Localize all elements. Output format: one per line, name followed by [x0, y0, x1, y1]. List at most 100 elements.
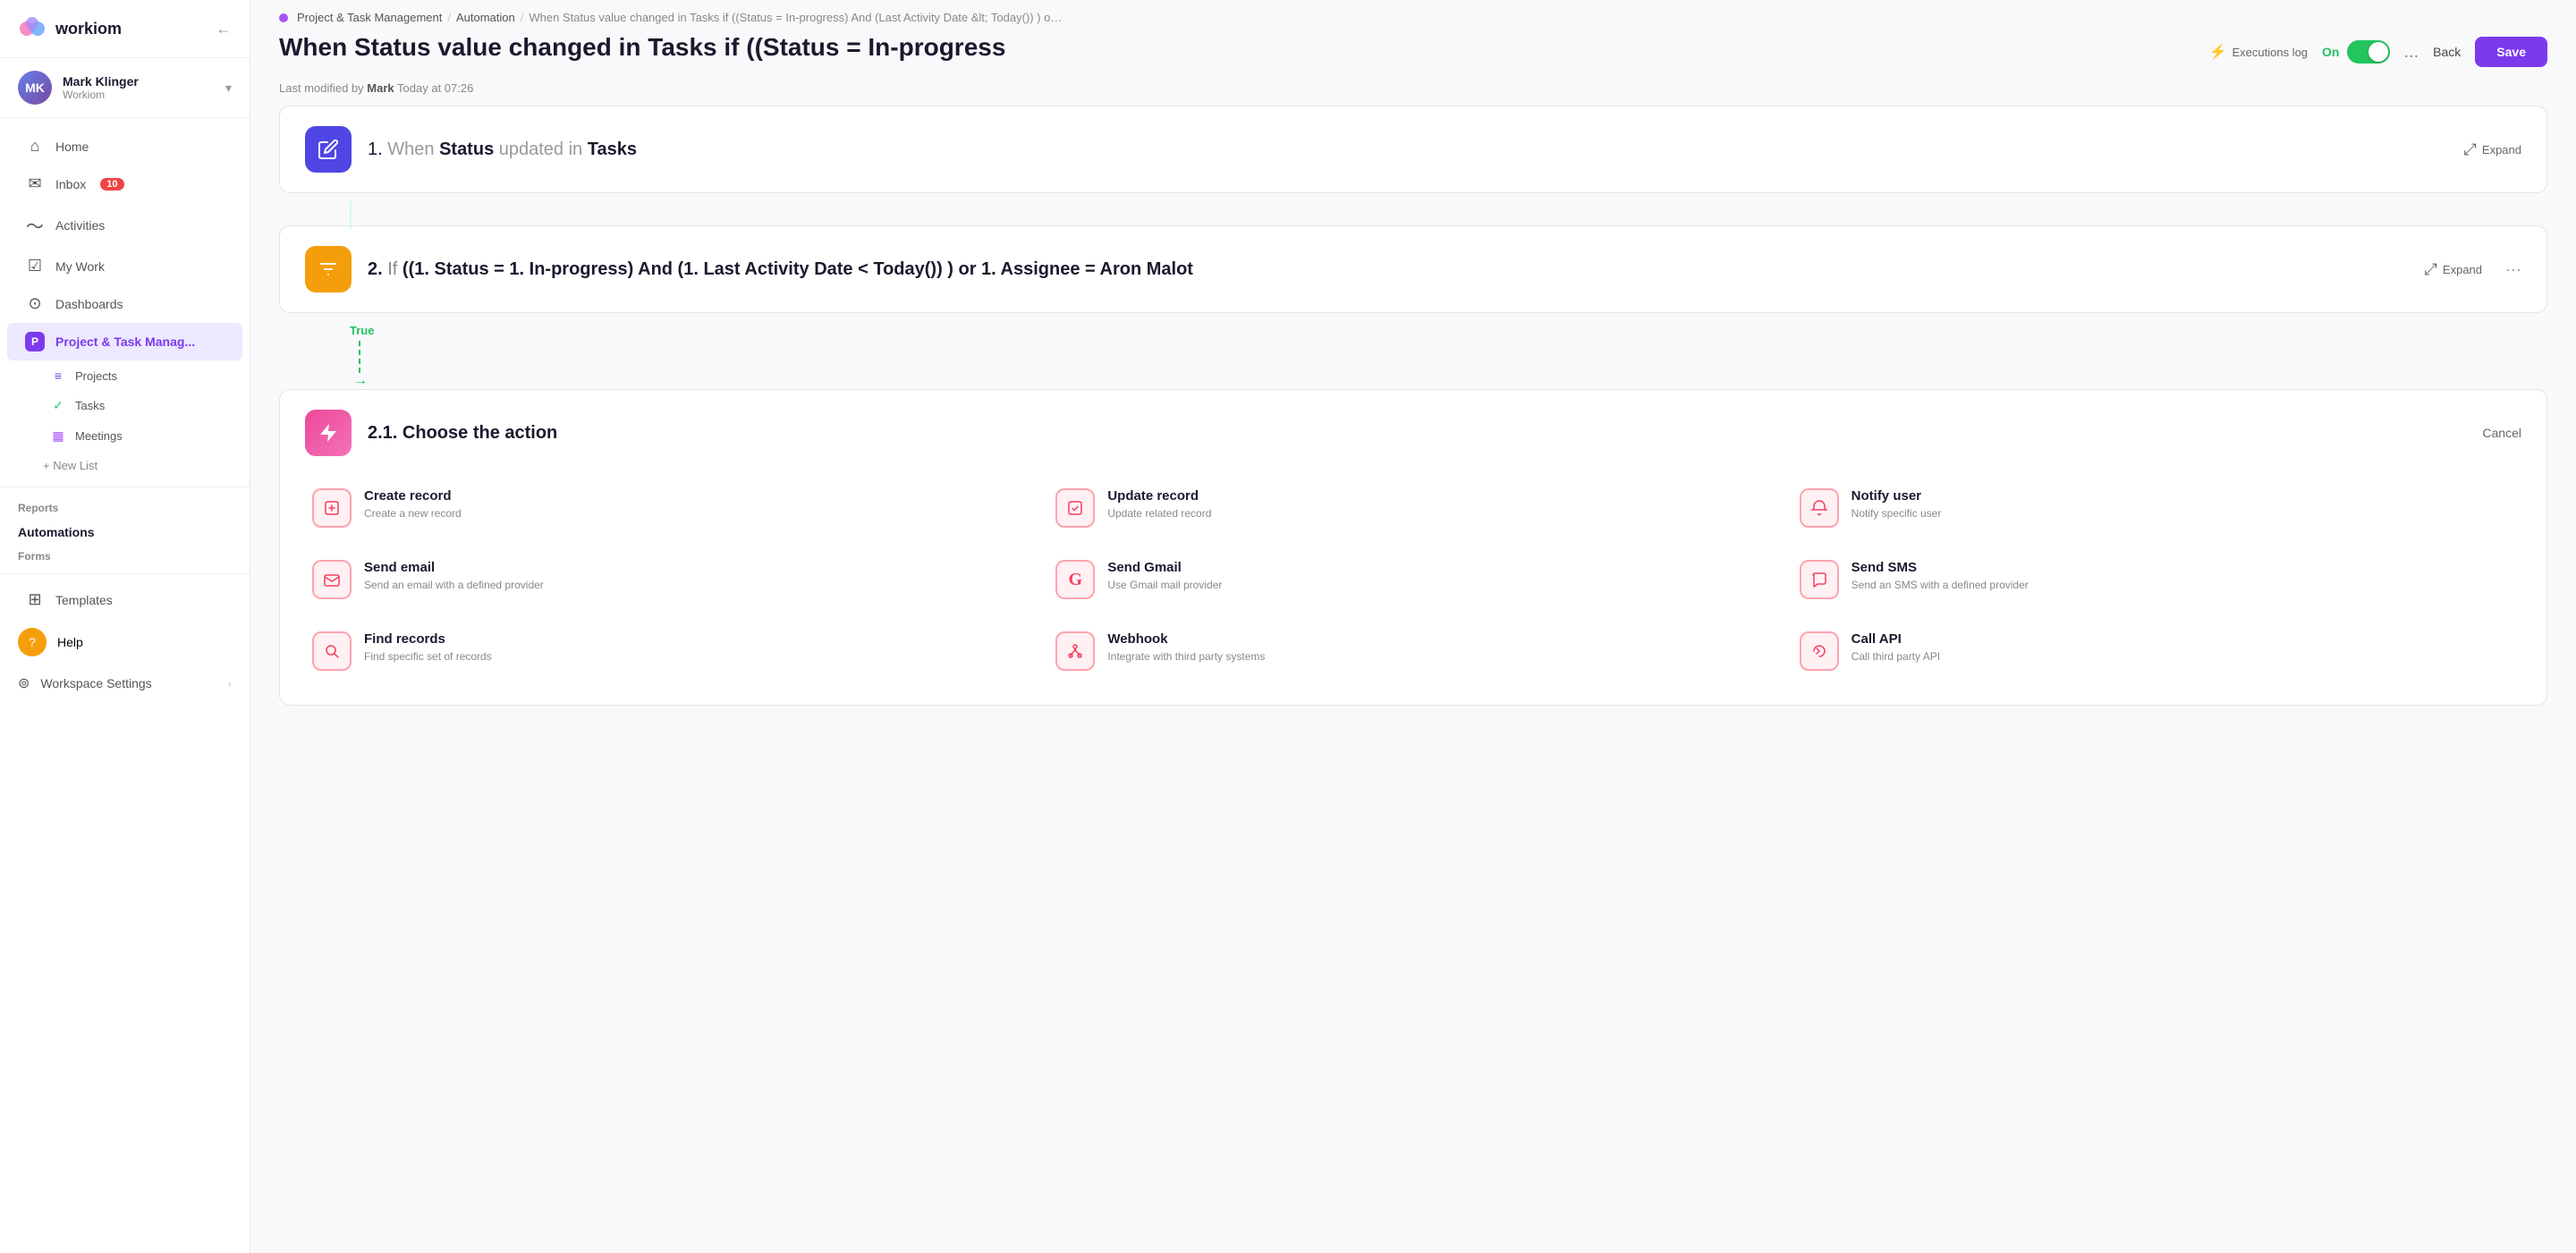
- action-option-update-record[interactable]: Update record Update related record: [1041, 472, 1784, 544]
- sidebar-item-label: Meetings: [75, 429, 123, 443]
- step-2-more-button[interactable]: ···: [2505, 260, 2521, 279]
- more-options-button[interactable]: ...: [2404, 42, 2419, 63]
- sidebar-item-project[interactable]: P Project & Task Manag...: [7, 323, 242, 360]
- step-1-header: 1. When Status updated in Tasks ⤢ Expand: [280, 106, 2546, 192]
- sidebar-item-automations[interactable]: Automations: [0, 518, 250, 543]
- breadcrumb: Project & Task Management / Automation /…: [250, 0, 2576, 24]
- toggle-switch[interactable]: [2347, 40, 2390, 63]
- action-option-notify-user[interactable]: Notify user Notify specific user: [1785, 472, 2529, 544]
- sidebar-item-projects[interactable]: ≡ Projects: [7, 361, 242, 390]
- find-records-title: Find records: [364, 631, 1027, 647]
- step-1-number: 1.: [368, 140, 383, 159]
- collapse-sidebar-button[interactable]: ←: [216, 20, 232, 38]
- action-option-call-api[interactable]: Call API Call third party API: [1785, 615, 2529, 687]
- update-record-icon: [1055, 488, 1095, 528]
- home-icon: ⌂: [25, 137, 45, 156]
- action-option-send-sms[interactable]: Send SMS Send an SMS with a defined prov…: [1785, 544, 2529, 615]
- action-option-send-gmail[interactable]: G Send Gmail Use Gmail mail provider: [1041, 544, 1784, 615]
- modified-prefix: Last modified by: [279, 81, 364, 95]
- action-option-send-email[interactable]: Send email Send an email with a defined …: [298, 544, 1041, 615]
- breadcrumb-current: When Status value changed in Tasks if ((…: [529, 11, 1065, 24]
- step-2-expand-button[interactable]: ⤢ Expand: [2425, 260, 2483, 279]
- breadcrumb-automation[interactable]: Automation: [456, 11, 515, 24]
- webhook-title: Webhook: [1107, 631, 1770, 647]
- send-email-title: Send email: [364, 560, 1027, 575]
- action-options-grid: Create record Create a new record Update…: [280, 472, 2546, 705]
- true-label-area: True →: [279, 324, 2547, 389]
- step-1-field: Status: [439, 140, 494, 159]
- sidebar-item-inbox[interactable]: ✉ Inbox 10: [7, 165, 242, 202]
- step-2-expand-label: Expand: [2443, 263, 2482, 276]
- sidebar-item-dashboards[interactable]: ⊙ Dashboards: [7, 285, 242, 322]
- action-option-webhook[interactable]: Webhook Integrate with third party syste…: [1041, 615, 1784, 687]
- modified-time: Today at 07:26: [397, 81, 473, 95]
- step-1-expand-button[interactable]: ⤢ Expand: [2464, 140, 2522, 159]
- sidebar-item-reports[interactable]: Reports: [0, 495, 250, 518]
- modified-by: Mark: [367, 81, 394, 95]
- sidebar-item-label: Activities: [55, 218, 105, 233]
- sidebar-item-tasks[interactable]: ✓ Tasks: [7, 391, 242, 420]
- create-record-desc: Create a new record: [364, 506, 1027, 521]
- page-actions: ⚡ Executions log On ... Back Save: [2209, 31, 2547, 67]
- workspace-icon: ⊚: [18, 674, 30, 692]
- action-chooser-icon: [305, 410, 352, 456]
- update-record-desc: Update related record: [1107, 506, 1770, 521]
- breadcrumb-project[interactable]: Project & Task Management: [297, 11, 442, 24]
- sidebar-item-forms[interactable]: Forms: [0, 543, 250, 566]
- step-1-keyword-updated: updated in: [499, 140, 588, 159]
- automation-content: 1. When Status updated in Tasks ⤢ Expand: [250, 106, 2576, 1253]
- action-option-create-record[interactable]: Create record Create a new record: [298, 472, 1041, 544]
- send-sms-desc: Send an SMS with a defined provider: [1852, 578, 2514, 593]
- webhook-icon: [1055, 631, 1095, 671]
- step-1-keyword-when: When: [387, 140, 439, 159]
- inbox-badge: 10: [100, 178, 123, 190]
- sidebar-item-label: Home: [55, 140, 89, 154]
- sidebar-item-activities[interactable]: 〜 Activities: [7, 203, 242, 247]
- cancel-button[interactable]: Cancel: [2482, 426, 2521, 440]
- connector-line: [350, 200, 352, 229]
- sidebar-item-meetings[interactable]: ▦ Meetings: [7, 421, 242, 451]
- back-button[interactable]: Back: [2433, 45, 2461, 59]
- main-nav: ⌂ Home ✉ Inbox 10 〜 Activities ☑ My Work…: [0, 118, 250, 710]
- action-option-find-records[interactable]: Find records Find specific set of record…: [298, 615, 1041, 687]
- toggle-knob: [2368, 42, 2388, 62]
- main-content: Project & Task Management / Automation /…: [250, 0, 2576, 1253]
- user-profile[interactable]: MK Mark Klinger Workiom ▾: [0, 58, 250, 118]
- executions-log-icon: ⚡: [2209, 43, 2227, 61]
- toggle-on-off[interactable]: On: [2322, 40, 2389, 63]
- breadcrumb-separator: /: [447, 11, 451, 24]
- step-1-table: Tasks: [588, 140, 637, 159]
- avatar: MK: [18, 71, 52, 105]
- expand-icon: ⤢: [2464, 140, 2477, 159]
- new-list-button[interactable]: + New List: [0, 452, 250, 479]
- page-title: When Status value changed in Tasks if ((…: [279, 31, 1005, 63]
- mywork-icon: ☑: [25, 257, 45, 275]
- project-icon: P: [25, 332, 45, 351]
- breadcrumb-dot: [279, 13, 288, 22]
- executions-log-button[interactable]: ⚡ Executions log: [2209, 43, 2308, 61]
- step-2-number: 2.: [368, 259, 387, 279]
- sidebar-item-label: Inbox: [55, 177, 86, 191]
- call-api-icon: [1800, 631, 1839, 671]
- send-email-icon: [312, 560, 352, 599]
- modified-info: Last modified by Mark Today at 07:26: [250, 81, 2576, 106]
- logo[interactable]: workiom: [18, 14, 122, 43]
- user-org: Workiom: [63, 89, 215, 101]
- sidebar: workiom ← MK Mark Klinger Workiom ▾ ⌂ Ho…: [0, 0, 250, 1253]
- notify-user-icon: [1800, 488, 1839, 528]
- breadcrumb-separator: /: [521, 11, 524, 24]
- sidebar-item-mywork[interactable]: ☑ My Work: [7, 248, 242, 284]
- dashed-line: [359, 341, 360, 373]
- step-2-header: 2. If ((1. Status = 1. In-progress) And …: [280, 226, 2546, 312]
- step-2-card: 2. If ((1. Status = 1. In-progress) And …: [279, 225, 2547, 313]
- help-item[interactable]: ? Help: [0, 619, 250, 665]
- sidebar-item-templates[interactable]: ⊞ Templates: [7, 581, 242, 618]
- send-gmail-desc: Use Gmail mail provider: [1107, 578, 1770, 593]
- save-button[interactable]: Save: [2475, 37, 2547, 67]
- page-header: When Status value changed in Tasks if ((…: [250, 24, 2576, 81]
- sidebar-item-home[interactable]: ⌂ Home: [7, 128, 242, 165]
- send-sms-icon: [1800, 560, 1839, 599]
- sidebar-item-workspace-settings[interactable]: ⊚ Workspace Settings ›: [0, 665, 250, 701]
- chevron-down-icon: ▾: [225, 80, 232, 96]
- app-name: workiom: [55, 20, 122, 38]
